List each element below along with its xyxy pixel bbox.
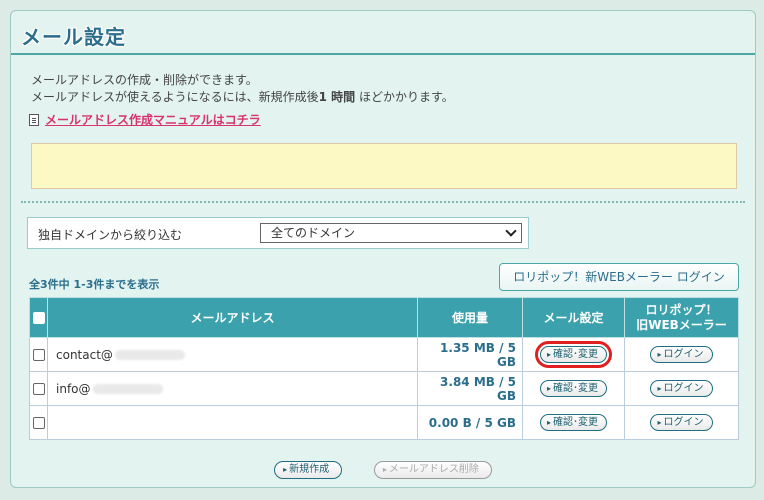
confirm-change-button[interactable]: 確認･変更	[539, 380, 607, 397]
row-checkbox[interactable]	[32, 383, 45, 395]
header-old-webmail-line1: ロリポップ！	[645, 302, 718, 317]
description-line-2: メールアドレスが使えるようになるには、新規作成後1 時間 ほどかかります。	[31, 88, 454, 105]
address-text: contact@	[56, 347, 113, 362]
domain-filter-label: 独自ドメインから絞り込む	[38, 228, 183, 242]
login-button[interactable]: ログイン	[650, 414, 713, 431]
table-row: info@ 3.84 MB / 5 GB 確認･変更 ログイン	[29, 371, 739, 406]
header-address: メールアドレス	[47, 297, 418, 338]
table-row: contact@ 1.35 MB / 5 GB 確認･変更 ログイン	[29, 337, 739, 372]
confirm-change-button[interactable]: 確認･変更	[539, 414, 607, 431]
address-cell	[47, 405, 418, 440]
header-settings: メール設定	[522, 297, 625, 338]
usage-cell: 3.84 MB / 5 GB	[417, 371, 523, 406]
select-all-cell	[29, 297, 48, 338]
document-icon	[29, 113, 39, 126]
mail-settings-panel: メール設定 メールアドレスの作成・削除ができます。 メールアドレスが使えるように…	[10, 10, 756, 488]
settings-cell: 確認･変更	[522, 405, 625, 440]
new-create-button[interactable]: 新規作成	[274, 461, 343, 479]
header-old-webmail: ロリポップ！ 旧WEBメーラー	[624, 297, 739, 338]
divider	[21, 201, 745, 203]
chevron-down-icon	[505, 225, 517, 237]
manual-link[interactable]: メールアドレス作成マニュアルはコチラ	[45, 111, 261, 128]
usage-cell: 1.35 MB / 5 GB	[417, 337, 523, 372]
table-header-row: メールアドレス 使用量 メール設定 ロリポップ！ 旧WEBメーラー	[29, 297, 739, 338]
new-webmail-login-button[interactable]: ロリポップ！新WEBメーラー ログイン	[499, 263, 739, 291]
header-old-webmail-line2: 旧WEBメーラー	[636, 317, 727, 332]
address-cell: contact@	[47, 337, 418, 372]
redacted-domain	[92, 384, 163, 394]
login-button[interactable]: ログイン	[650, 346, 713, 363]
description-line-2-text: メールアドレスが使えるようになるには、新規作成後	[31, 90, 319, 104]
redacted-domain	[114, 350, 185, 360]
result-count: 全3件中 1-3件までを表示	[29, 278, 160, 291]
select-all-checkbox[interactable]	[32, 312, 45, 324]
login-cell: ログイン	[624, 405, 739, 440]
notice-box	[31, 143, 737, 189]
address-text: info@	[56, 381, 91, 396]
domain-select-value: 全てのドメイン	[271, 226, 356, 240]
mail-address-table: メールアドレス 使用量 メール設定 ロリポップ！ 旧WEBメーラー contact…	[29, 297, 739, 440]
header-usage: 使用量	[417, 297, 523, 338]
table-row: 0.00 B / 5 GB 確認･変更 ログイン	[29, 405, 739, 440]
row-checkbox-cell	[29, 337, 48, 372]
settings-cell: 確認･変更	[522, 337, 625, 372]
page-title: メール設定	[21, 25, 126, 49]
login-button[interactable]: ログイン	[650, 380, 713, 397]
title-bar: メール設定	[11, 11, 755, 55]
address-cell: info@	[47, 371, 418, 406]
description-line-1: メールアドレスの作成・削除ができます。	[31, 73, 258, 87]
domain-filter: 独自ドメインから絞り込む 全てのドメイン	[27, 217, 529, 249]
row-checkbox[interactable]	[32, 349, 45, 361]
delete-address-button[interactable]: メールアドレス削除	[373, 461, 492, 479]
description-line-2-bold: 1 時間	[318, 90, 356, 104]
manual-link-row: メールアドレス作成マニュアルはコチラ	[29, 111, 261, 128]
bottom-actions: 新規作成 メールアドレス削除	[11, 461, 755, 479]
description-line-2-tail: ほどかかります。	[355, 90, 454, 104]
confirm-change-button[interactable]: 確認･変更	[534, 341, 613, 368]
row-checkbox-cell	[29, 371, 48, 406]
login-cell: ログイン	[624, 371, 739, 406]
row-checkbox[interactable]	[32, 417, 45, 429]
login-cell: ログイン	[624, 337, 739, 372]
usage-cell: 0.00 B / 5 GB	[417, 405, 523, 440]
domain-select[interactable]: 全てのドメイン	[260, 223, 522, 243]
row-checkbox-cell	[29, 405, 48, 440]
settings-cell: 確認･変更	[522, 371, 625, 406]
